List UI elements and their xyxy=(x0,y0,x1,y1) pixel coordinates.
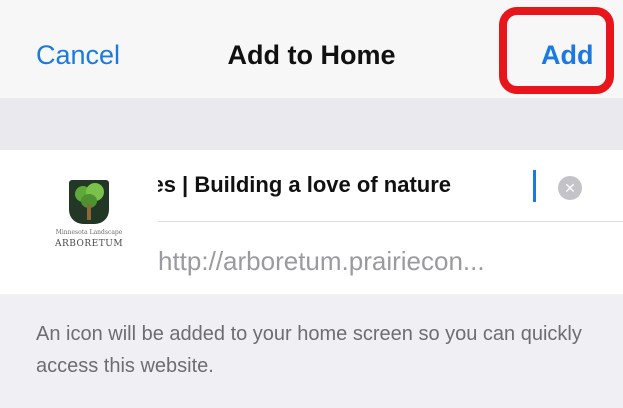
tree-logo-icon xyxy=(69,180,109,224)
bookmark-title-value: n Guides | Building a love of nature xyxy=(158,172,451,197)
bookmark-title-input[interactable]: n Guides | Building a love of nature ✕ xyxy=(158,150,623,222)
bookmark-card: Minnesota Landscape ARBORETUM n Guides |… xyxy=(0,150,623,294)
clear-icon[interactable]: ✕ xyxy=(558,176,582,200)
cancel-button[interactable]: Cancel xyxy=(36,40,120,71)
footer-description: An icon will be added to your home scree… xyxy=(36,323,582,377)
section-spacer xyxy=(0,98,623,150)
bookmark-url: http://arboretum.prairiecon... xyxy=(158,246,485,276)
text-cursor xyxy=(533,170,536,202)
add-button-highlight xyxy=(499,7,614,94)
site-icon: Minnesota Landscape ARBORETUM xyxy=(34,170,144,280)
navigation-bar: Add to Home Cancel Add xyxy=(0,0,623,98)
icon-subtitle: Minnesota Landscape xyxy=(55,229,123,236)
icon-name: ARBORETUM xyxy=(54,239,124,249)
